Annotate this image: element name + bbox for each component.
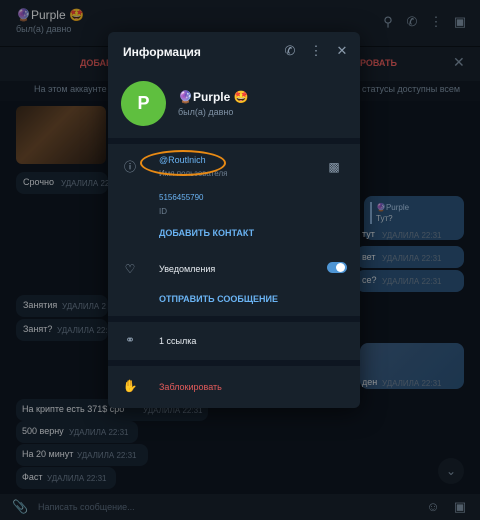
user-info-dialog: Информация ✆ ⋮ ✕ P 🔮Purple 🤩 был(а) давн… (108, 32, 360, 408)
more-icon[interactable]: ⋮ (308, 43, 324, 59)
divider (108, 360, 360, 366)
qr-code-icon[interactable]: ▩ (326, 159, 342, 175)
phone-icon[interactable]: ✆ (282, 43, 298, 59)
add-contact-button[interactable]: ДОБАВИТЬ КОНТАКТ (159, 228, 254, 238)
block-user-button[interactable]: Заблокировать (159, 382, 222, 392)
send-message-button[interactable]: ОТПРАВИТЬ СООБЩЕНИЕ (159, 294, 278, 304)
user-id-label: ID (159, 207, 167, 216)
notifications-label: Уведомления (159, 264, 216, 274)
dialog-title: Информация (123, 45, 201, 59)
user-id-value[interactable]: 5156455790 (159, 193, 204, 202)
link-icon: ⚭ (124, 333, 136, 347)
profile-status: был(а) давно (178, 107, 234, 117)
divider (108, 138, 360, 144)
hand-icon: ✋ (122, 379, 138, 393)
info-icon: ⓘ (123, 160, 136, 174)
divider (108, 316, 360, 322)
links-item[interactable]: 1 ссылка (159, 336, 196, 346)
close-icon[interactable]: ✕ (334, 43, 350, 59)
toggle-knob (336, 263, 345, 272)
avatar[interactable]: P (121, 81, 166, 126)
bell-icon: ♡ (124, 262, 136, 276)
profile-name: 🔮Purple 🤩 (178, 90, 249, 104)
username-highlight-annotation (140, 150, 226, 176)
